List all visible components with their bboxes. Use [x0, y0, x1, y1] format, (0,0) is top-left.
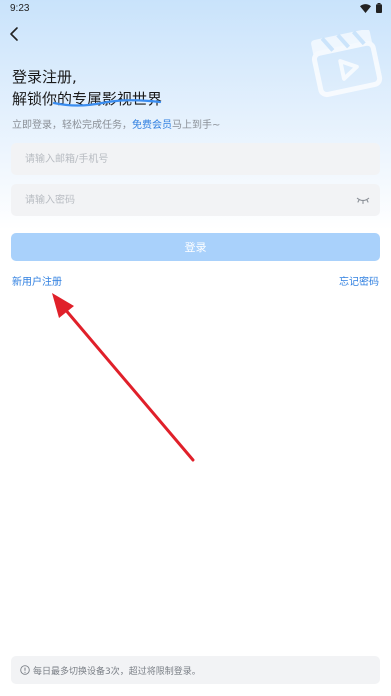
subtitle-prefix: 立即登录，轻松完成任务， — [12, 120, 132, 131]
password-field[interactable] — [11, 184, 380, 216]
info-icon — [20, 665, 30, 675]
login-button[interactable]: 登录 — [11, 233, 380, 261]
headline-underline-swoosh — [52, 99, 162, 107]
status-time: 9:23 — [10, 3, 30, 14]
device-limit-notice: 每日最多切换设备3次，超过将限制登录。 — [11, 656, 380, 684]
back-button[interactable] — [6, 25, 24, 43]
annotation-arrow — [52, 293, 195, 462]
status-icons — [360, 3, 382, 13]
account-field[interactable] — [11, 143, 380, 175]
account-input[interactable] — [11, 143, 380, 175]
chevron-left-icon — [10, 27, 18, 41]
subtitle-suffix: 马上到手~ — [172, 120, 221, 131]
free-vip-link[interactable]: 免费会员 — [132, 120, 172, 131]
forgot-password-link[interactable]: 忘记密码 — [339, 273, 379, 288]
video-clapper-icon — [311, 30, 383, 98]
headline-line1: 登录注册, — [12, 68, 77, 86]
battery-icon — [376, 3, 382, 13]
status-bar: 9:23 — [0, 0, 391, 18]
notice-text: 每日最多切换设备3次，超过将限制登录。 — [33, 666, 201, 677]
subtitle: 立即登录，轻松完成任务，免费会员马上到手~ — [12, 116, 220, 131]
eye-closed-icon[interactable] — [356, 194, 370, 206]
password-input[interactable] — [11, 184, 380, 216]
wifi-icon — [360, 3, 371, 13]
